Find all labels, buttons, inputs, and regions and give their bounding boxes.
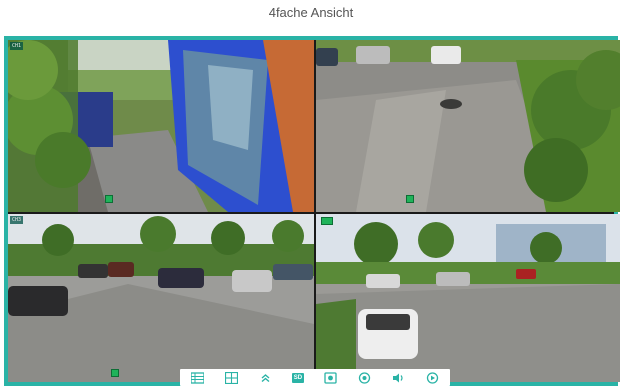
camera-feed-2: [316, 40, 620, 212]
camera-feed-3: [8, 214, 314, 382]
camera-tile-3[interactable]: CH3: [8, 214, 314, 382]
quad-grid: CH1 CH3: [8, 40, 620, 382]
play-icon: [427, 371, 439, 384]
play-button[interactable]: [425, 371, 441, 385]
recording-indicator-icon: [406, 195, 414, 203]
snapshot-button[interactable]: [322, 371, 338, 385]
quad-view-icon: [224, 371, 238, 384]
camera-tile-2[interactable]: [316, 40, 620, 212]
view-title: 4fache Ansicht: [268, 5, 354, 20]
camera-feed-4: [316, 214, 620, 382]
camera-label: CH3: [10, 216, 24, 224]
collapse-button[interactable]: [258, 371, 274, 385]
recording-indicator-icon: [105, 195, 113, 203]
audio-icon: [393, 373, 403, 382]
recording-indicator-icon: [111, 369, 119, 377]
list-view-button[interactable]: [189, 371, 205, 385]
camera-tile-1[interactable]: CH1: [8, 40, 314, 212]
view-toolbar: SD: [180, 369, 450, 386]
audio-button[interactable]: [391, 371, 407, 385]
snapshot-icon: [323, 371, 337, 384]
camera-label: CH1: [10, 42, 24, 50]
record-icon: [358, 371, 371, 384]
chevron-up-icon: [261, 373, 270, 382]
list-view-icon: [190, 371, 204, 384]
quad-view-button[interactable]: [223, 371, 239, 385]
sd-quality-button[interactable]: SD: [291, 372, 304, 383]
camera-label-badge: [321, 217, 333, 225]
camera-feed-1: [8, 40, 314, 212]
camera-tile-4[interactable]: [316, 214, 620, 382]
camera-view-frame: CH1 CH3 SD: [4, 36, 620, 386]
record-button[interactable]: [356, 371, 372, 385]
